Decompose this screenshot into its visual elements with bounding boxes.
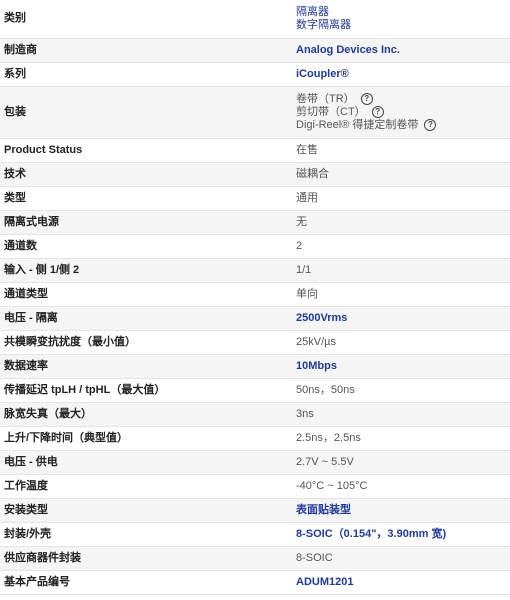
row-series: 系列 iCoupler® [0,62,510,87]
row-type: 类型 通用 [0,186,510,211]
row-value: 2 [288,234,510,259]
voltage-isolation-link[interactable]: 2500Vrms [296,312,347,324]
row-package-case: 封装/外壳 8-SOIC（0.154"，3.90mm 宽) [0,522,510,547]
packaging-digireel: Digi-Reel® 得捷定制卷带 [296,118,419,131]
row-label: 通道类型 [0,282,288,307]
row-supply-voltage: 电压 - 供电 2.7V ~ 5.5V [0,450,510,475]
row-supplier-device-package: 供应商器件封装 8-SOIC [0,546,510,571]
row-inputs: 输入 - 侧 1/侧 2 1/1 [0,258,510,283]
packaging-ct: 剪切带（CT） [296,105,366,118]
row-label: 工作温度 [0,474,288,499]
row-label: 上升/下降时间（典型值） [0,426,288,451]
data-rate-link[interactable]: 10Mbps [296,360,337,372]
manufacturer-link[interactable]: Analog Devices Inc. [296,44,400,56]
row-propagation-delay: 传播延迟 tpLH / tpHL（最大值） 50ns，50ns [0,378,510,403]
row-label: 安装类型 [0,498,288,523]
row-label: 封装/外壳 [0,522,288,547]
row-category: 类别 隔离器 数字隔离器 [0,0,510,39]
row-label: 电压 - 供电 [0,450,288,475]
row-label: Product Status [0,138,288,163]
question-circle-icon[interactable]: ? [424,118,437,131]
row-technology: 技术 磁耦合 [0,162,510,187]
row-label: 供应商器件封装 [0,546,288,571]
row-channel-count: 通道数 2 [0,234,510,259]
row-label: 电压 - 隔离 [0,306,288,331]
row-rise-fall-time: 上升/下降时间（典型值） 2.5ns，2.5ns [0,426,510,451]
row-value: 2.5ns，2.5ns [288,426,510,451]
row-operating-temperature: 工作温度 -40°C ~ 105°C [0,474,510,499]
row-label: 传播延迟 tpLH / tpHL（最大值） [0,378,288,403]
row-label: 包装 [0,86,288,139]
row-packaging: 包装 卷带（TR）? 剪切带（CT）? Digi-Reel® 得捷定制卷带? [0,86,510,139]
package-case-link[interactable]: 8-SOIC（0.154"，3.90mm 宽) [296,528,446,540]
row-label: 制造商 [0,38,288,63]
spec-table: 类别 隔离器 数字隔离器 制造商 Analog Devices Inc. 系列 … [0,0,510,595]
row-product-status: Product Status 在售 [0,138,510,163]
row-label: 脉宽失真（最大） [0,402,288,427]
row-channel-type: 通道类型 单向 [0,282,510,307]
row-isolated-power: 隔离式电源 无 [0,210,510,235]
question-circle-icon[interactable]: ? [360,92,373,105]
mounting-type-link[interactable]: 表面贴装型 [296,504,351,516]
category-link-digital-isolator[interactable]: 数字隔离器 [296,19,506,32]
question-circle-icon[interactable]: ? [371,105,384,118]
packaging-tr: 卷带（TR） [296,92,355,105]
row-mounting-type: 安装类型 表面贴装型 [0,498,510,523]
row-base-product-number: 基本产品编号 ADUM1201 [0,570,510,595]
row-value: 50ns，50ns [288,378,510,403]
row-label: 技术 [0,162,288,187]
row-value: 磁耦合 [288,162,510,187]
row-pulse-width-distortion: 脉宽失真（最大） 3ns [0,402,510,427]
row-label: 基本产品编号 [0,570,288,595]
row-label: 共模瞬变抗扰度（最小值） [0,330,288,355]
row-value: 25kV/µs [288,330,510,355]
row-value: -40°C ~ 105°C [288,474,510,499]
row-value: 1/1 [288,258,510,283]
category-link-isolator[interactable]: 隔离器 [296,6,506,19]
base-product-number-link[interactable]: ADUM1201 [296,576,353,588]
row-value: 2.7V ~ 5.5V [288,450,510,475]
row-data-rate: 数据速率 10Mbps [0,354,510,379]
row-value: 通用 [288,186,510,211]
row-label: 通道数 [0,234,288,259]
series-link[interactable]: iCoupler® [296,68,349,80]
row-cmti: 共模瞬变抗扰度（最小值） 25kV/µs [0,330,510,355]
row-manufacturer: 制造商 Analog Devices Inc. [0,38,510,63]
row-label: 类型 [0,186,288,211]
row-label: 隔离式电源 [0,210,288,235]
row-label: 输入 - 侧 1/侧 2 [0,258,288,283]
row-value: 在售 [288,138,510,163]
row-value: 单向 [288,282,510,307]
row-label: 类别 [0,0,288,39]
row-value: 8-SOIC [288,546,510,571]
row-voltage-isolation: 电压 - 隔离 2500Vrms [0,306,510,331]
row-value: 3ns [288,402,510,427]
row-label: 系列 [0,62,288,87]
row-label: 数据速率 [0,354,288,379]
row-value: 无 [288,210,510,235]
